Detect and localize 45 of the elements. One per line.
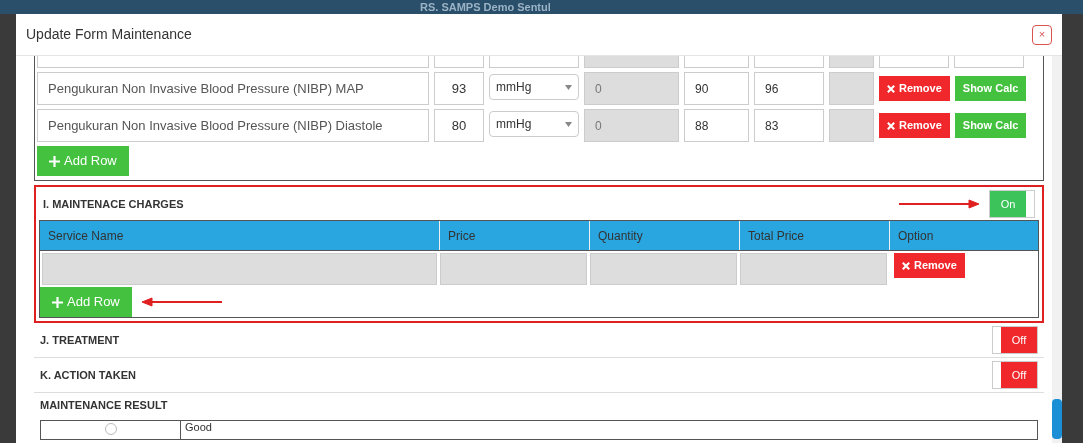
remove-button[interactable]: Remove: [879, 76, 950, 101]
section-title: I. MAINTENACE CHARGES: [43, 196, 184, 212]
toggle-switch[interactable]: Off: [992, 361, 1038, 389]
column-header: Total Price: [740, 221, 890, 250]
min-value-field[interactable]: 90: [684, 72, 749, 105]
toggle-switch[interactable]: Off: [992, 326, 1038, 354]
service-name-field[interactable]: [42, 253, 437, 285]
section-title: J. TREATMENT: [40, 332, 120, 348]
column-header: Service Name: [40, 221, 440, 250]
section-title: MAINTENANCE RESULT: [40, 399, 168, 411]
option-label: Good: [184, 421, 213, 435]
caret-icon: [565, 121, 572, 127]
max-value-field[interactable]: 96: [754, 72, 824, 105]
close-icon: [887, 121, 895, 130]
close-icon: [902, 261, 910, 270]
column-header: Option: [897, 227, 935, 245]
readonly-field: [829, 72, 874, 105]
unit-select[interactable]: mmHg: [489, 74, 579, 100]
radio-button[interactable]: [104, 423, 117, 435]
caret-icon: [565, 84, 572, 90]
hospital-name: RS. SAMPS Demo Sentul: [420, 1, 551, 13]
min-value-field[interactable]: 88: [684, 109, 749, 142]
close-icon: [887, 84, 895, 93]
value-field[interactable]: 93: [434, 72, 484, 105]
readonly-field: 0: [584, 109, 679, 142]
readonly-field: [829, 109, 874, 142]
quantity-field[interactable]: [590, 253, 737, 285]
plus-icon: [52, 296, 63, 308]
parameter-name-field[interactable]: Pengukuran Non Invasive Blood Pressure (NIBP) Diastole: [37, 109, 429, 142]
price-field[interactable]: [440, 253, 587, 285]
value-field[interactable]: 80: [434, 109, 484, 142]
close-button[interactable]: ×: [1032, 24, 1052, 45]
column-header: Quantity: [590, 221, 740, 250]
max-value-field[interactable]: 83: [754, 109, 824, 142]
total-price-field[interactable]: [740, 253, 887, 285]
parameter-name-field[interactable]: Pengukuran Non Invasive Blood Pressure (NIBP) MAP: [37, 72, 429, 105]
result-option-row[interactable]: Good: [40, 420, 1038, 440]
section-title: K. ACTION TAKEN: [40, 367, 136, 383]
remove-button[interactable]: Remove: [879, 113, 950, 138]
column-header: Price: [440, 221, 590, 250]
plus-icon: [49, 155, 60, 167]
unit-select[interactable]: mmHg: [489, 111, 579, 137]
modal-title: Update Form Maintenance: [26, 25, 192, 44]
readonly-field: 0: [584, 72, 679, 105]
remove-button[interactable]: Remove: [894, 253, 965, 278]
